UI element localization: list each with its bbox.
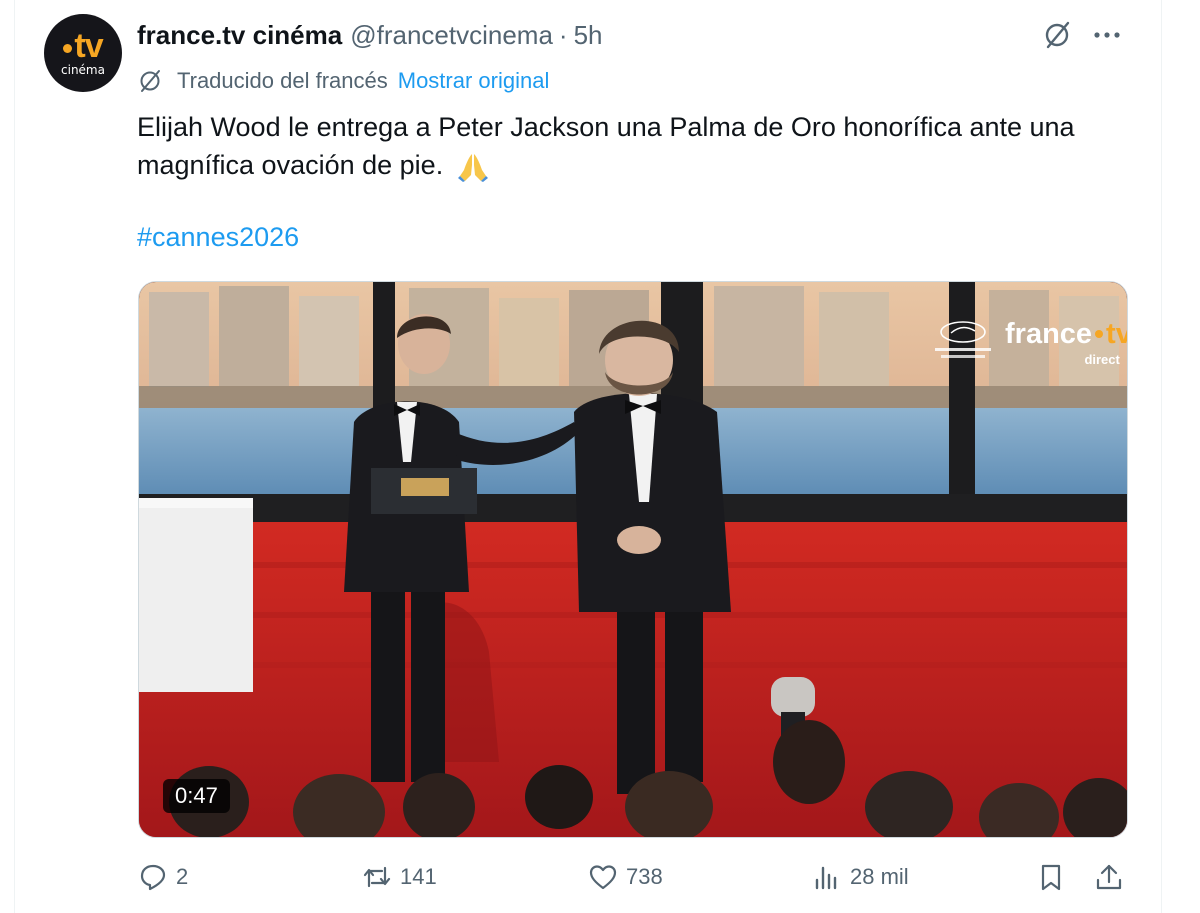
watermark-sub: direct xyxy=(1084,352,1120,367)
reply-icon xyxy=(140,864,166,891)
video-duration-badge: 0:47 xyxy=(163,779,230,813)
watermark-brand-suffix: tv xyxy=(1106,318,1127,350)
show-original-link[interactable]: Mostrar original xyxy=(398,68,550,94)
broadcaster-watermark: france tv direct xyxy=(927,318,1127,367)
watermark-brand-name: france xyxy=(1005,318,1093,350)
views-button[interactable]: 28 mil xyxy=(812,862,909,892)
share-button[interactable] xyxy=(1094,862,1126,892)
avatar-logo-text: tv xyxy=(74,26,103,65)
views-count: 28 mil xyxy=(850,864,909,889)
avatar-logo: tv xyxy=(63,26,104,65)
tweet-header: france.tv cinéma @francetvcinema · 5h xyxy=(137,18,603,52)
avatar-sub-text: cinéma xyxy=(61,62,105,77)
watermark-text-block: france tv direct xyxy=(1005,318,1127,367)
hashtag-link[interactable]: #cannes2026 xyxy=(137,222,299,253)
grok-icon[interactable] xyxy=(1042,20,1072,50)
like-count: 738 xyxy=(626,864,663,889)
tweet-text: Elijah Wood le entrega a Peter Jackson u… xyxy=(137,108,1127,184)
more-options-icon[interactable] xyxy=(1090,20,1124,50)
palme-logo-icon xyxy=(935,321,991,358)
tweet-timestamp[interactable]: 5h xyxy=(574,20,603,51)
author-handle[interactable]: @francetvcinema xyxy=(350,20,553,51)
repost-icon xyxy=(363,866,391,888)
avatar-logo-dot xyxy=(63,44,73,53)
tweet-actions: 2 141 738 28 mil xyxy=(0,862,1200,902)
watermark-brand: france tv xyxy=(1005,318,1127,350)
author-display-name[interactable]: france.tv cinéma xyxy=(137,20,342,51)
translate-icon xyxy=(140,70,160,92)
watermark-dot xyxy=(1095,330,1104,338)
reply-button[interactable]: 2 xyxy=(138,862,188,892)
header-separator: · xyxy=(558,19,568,50)
heart-icon xyxy=(589,865,617,890)
share-icon xyxy=(1096,864,1122,890)
avatar[interactable]: tv cinéma xyxy=(44,14,122,92)
bookmark-button[interactable] xyxy=(1036,862,1068,892)
repost-count: 141 xyxy=(400,864,437,889)
translation-notice: Traducido del francés Mostrar original xyxy=(137,66,549,96)
video-player[interactable]: france tv direct 0:47 xyxy=(138,281,1128,838)
folded-hands-icon xyxy=(457,153,488,182)
analytics-icon xyxy=(815,866,837,890)
bookmark-icon xyxy=(1041,864,1061,891)
reply-count: 2 xyxy=(176,864,189,889)
translation-label: Traducido del francés xyxy=(177,68,388,93)
tweet-body: Elijah Wood le entrega a Peter Jackson u… xyxy=(137,112,1075,180)
repost-button[interactable]: 141 xyxy=(362,862,437,892)
like-button[interactable]: 738 xyxy=(588,862,663,892)
